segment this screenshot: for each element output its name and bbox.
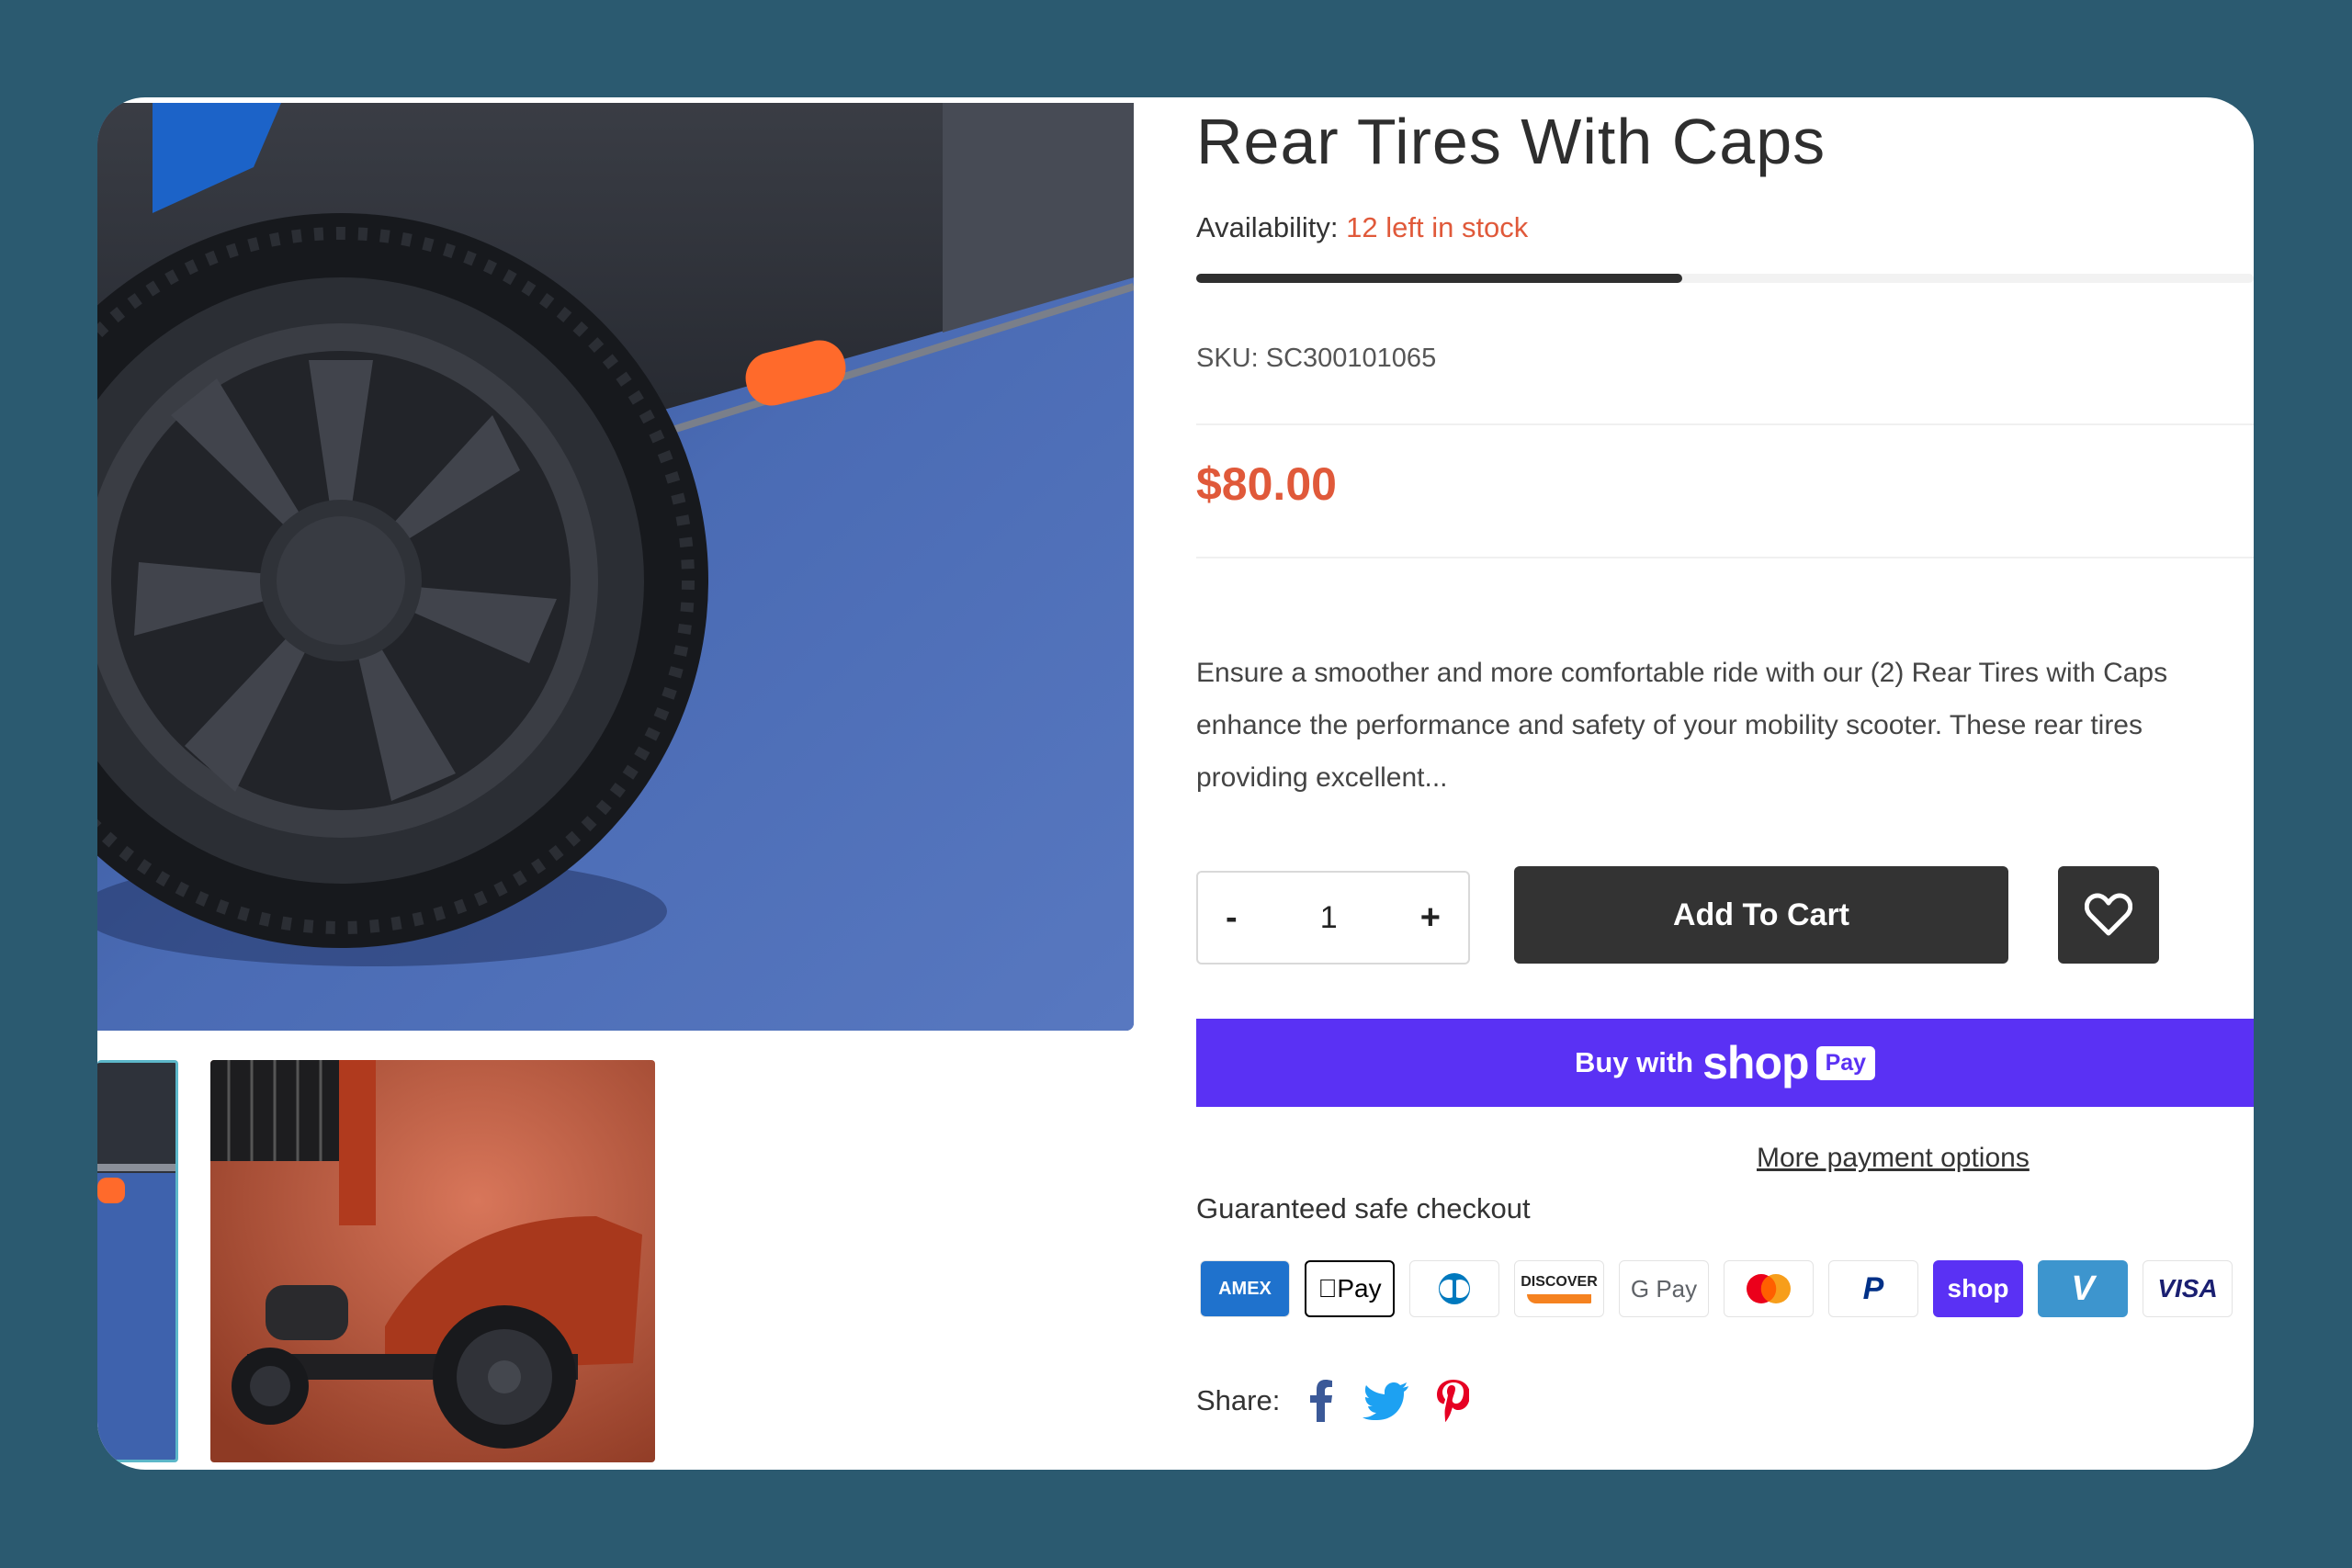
product-card: Rear Tires With Caps Availability: 12 le… <box>97 97 2254 1470</box>
share-row: Share: <box>1196 1380 1470 1422</box>
quantity-input[interactable]: 1 <box>1320 900 1338 936</box>
shop-pay-icon: shop <box>1933 1260 2023 1317</box>
twitter-icon[interactable] <box>1363 1382 1409 1420</box>
pinterest-icon[interactable] <box>1436 1380 1470 1422</box>
more-payment-options-link[interactable]: More payment options <box>1757 1143 2030 1174</box>
guaranteed-checkout-label: Guaranteed safe checkout <box>1196 1192 1531 1224</box>
availability: Availability: 12 left in stock <box>1196 211 1528 244</box>
description-line: providing excellent... <box>1196 762 1448 793</box>
share-label: Share: <box>1196 1384 1281 1416</box>
venmo-icon: V <box>2038 1260 2128 1317</box>
sku: SKU: SC300101065 <box>1196 344 1436 374</box>
stock-progress-bar <box>1196 274 2254 283</box>
payment-methods: AMEX Pay DISCOVER G Pay P shop V VISA <box>1200 1260 2233 1317</box>
facebook-icon[interactable] <box>1307 1380 1335 1422</box>
sku-value: SC300101065 <box>1265 344 1437 373</box>
thumbnail-1[interactable] <box>97 1060 178 1462</box>
thumbnail-2[interactable] <box>210 1060 655 1462</box>
product-title: Rear Tires With Caps <box>1196 106 1826 177</box>
availability-label: Availability: <box>1196 211 1339 243</box>
diners-club-icon <box>1409 1260 1499 1317</box>
discover-icon: DISCOVER <box>1514 1260 1604 1317</box>
quantity-increase-button[interactable]: + <box>1420 898 1441 938</box>
pay-badge: Pay <box>1815 1045 1876 1080</box>
heart-icon <box>2085 893 2132 936</box>
description-line: enhance the performance and safety of yo… <box>1196 710 2143 740</box>
quantity-stepper: - 1 + <box>1196 871 1470 964</box>
mastercard-icon <box>1724 1260 1814 1317</box>
shop-logo: shop <box>1702 1037 1809 1089</box>
quantity-decrease-button[interactable]: - <box>1226 898 1238 938</box>
google-pay-icon: G Pay <box>1619 1260 1709 1317</box>
paypal-icon: P <box>1828 1260 1918 1317</box>
availability-value: 12 left in stock <box>1346 211 1529 243</box>
add-to-cart-button[interactable]: Add To Cart <box>1514 866 2008 964</box>
buy-with-label: Buy with <box>1574 1046 1694 1078</box>
divider <box>1196 423 2254 425</box>
wishlist-button[interactable] <box>2058 866 2159 964</box>
stock-progress-fill <box>1196 274 1683 283</box>
amex-icon: AMEX <box>1200 1260 1290 1317</box>
apple-pay-label: Pay <box>1327 1274 1381 1303</box>
sku-label: SKU: <box>1196 344 1259 373</box>
product-info: Rear Tires With Caps Availability: 12 le… <box>1196 97 2254 1470</box>
product-price: $80.00 <box>1196 458 1337 510</box>
product-description: Ensure a smoother and more comfortable r… <box>1196 647 2254 804</box>
visa-icon: VISA <box>2143 1260 2233 1317</box>
main-product-image[interactable] <box>97 103 1134 1031</box>
description-line: Ensure a smoother and more comfortable r… <box>1196 658 2168 688</box>
discover-label: DISCOVER <box>1521 1274 1598 1290</box>
apple-pay-icon: Pay <box>1305 1260 1395 1317</box>
divider <box>1196 557 2254 558</box>
buy-with-shop-pay-button[interactable]: Buy with shop Pay <box>1196 1019 2254 1107</box>
